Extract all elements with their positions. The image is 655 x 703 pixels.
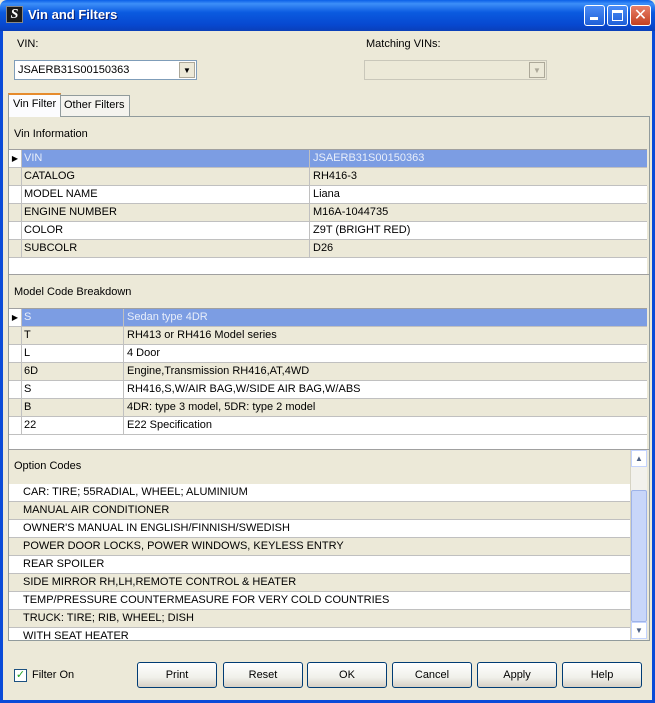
grid-cell-description[interactable]: 4 Door [123,345,647,362]
table-row[interactable]: 6D Engine,Transmission RH416,AT,4WD [9,363,647,381]
apply-button[interactable]: Apply [477,662,557,688]
list-item[interactable]: POWER DOOR LOCKS, POWER WINDOWS, KEYLESS… [9,538,630,556]
maximize-icon [612,10,623,21]
list-item[interactable]: SIDE MIRROR RH,LH,REMOTE CONTROL & HEATE… [9,574,630,592]
list-item[interactable]: WITH SEAT HEATER [9,628,630,640]
list-item[interactable]: CAR: TIRE; 55RADIAL, WHEEL; ALUMINIUM [9,484,630,502]
tab-vin-filter[interactable]: Vin Filter [8,93,62,117]
vin-value: JSAERB31S00150363 [18,64,130,76]
list-item[interactable]: TEMP/PRESSURE COUNTERMEASURE FOR VERY CO… [9,592,630,610]
grid-cell-value[interactable]: RH416-3 [309,168,647,185]
checkmark-icon: ✓ [15,669,26,681]
filter-on-checkbox[interactable]: ✓ [14,669,27,682]
option-codes-section: Option Codes CAR: TIRE; 55RADIAL, WHEEL;… [9,450,649,640]
grid-cell-code[interactable]: 6D [21,363,123,380]
grid-cell-key[interactable]: MODEL NAME [21,186,309,203]
table-row[interactable]: L 4 Door [9,345,647,363]
grid-cell-description[interactable]: 4DR: type 3 model, 5DR: type 2 model [123,399,647,416]
grid-cell-key[interactable]: VIN [21,150,309,167]
model-code-title: Model Code Breakdown [14,286,132,298]
maximize-button[interactable] [607,5,628,26]
list-item[interactable]: MANUAL AIR CONDITIONER [9,502,630,520]
close-icon: ✕ [633,7,648,24]
grid-cell-code[interactable]: T [21,327,123,344]
grid-cell-description[interactable]: Sedan type 4DR [123,309,647,326]
grid-cell-code[interactable]: B [21,399,123,416]
chevron-down-icon[interactable]: ▼ [179,62,195,78]
grid-cell-value[interactable]: D26 [309,240,647,257]
list-item[interactable]: REAR SPOILER [9,556,630,574]
filter-on-label[interactable]: Filter On [32,669,74,681]
grid-cell-value[interactable]: JSAERB31S00150363 [309,150,647,167]
model-code-section: Model Code Breakdown ▶ S Sedan type 4DR … [9,275,649,450]
chevron-down-icon[interactable]: ▼ [529,62,545,78]
table-row[interactable]: 22 E22 Specification [9,417,647,435]
table-row[interactable]: SUBCOLR D26 [9,240,647,258]
grid-cell-value[interactable]: M16A-1044735 [309,204,647,221]
grid-cell-key[interactable]: CATALOG [21,168,309,185]
vin-label: VIN: [17,38,39,50]
table-row[interactable]: COLOR Z9T (BRIGHT RED) [9,222,647,240]
row-indicator-icon: ▶ [9,150,21,167]
grid-cell-description[interactable]: RH416,S,W/AIR BAG,W/SIDE AIR BAG,W/ABS [123,381,647,398]
minimize-button[interactable] [584,5,605,26]
vin-information-title: Vin Information [14,128,88,140]
tab-other-filters[interactable]: Other Filters [59,95,130,116]
table-row[interactable]: MODEL NAME Liana [9,186,647,204]
title-bar[interactable]: S Vin and Filters ✕ [0,0,655,31]
vin-information-grid[interactable]: ▶ VIN JSAERB31S00150363 CATALOG RH416-3 … [9,149,647,274]
grid-cell-description[interactable]: RH413 or RH416 Model series [123,327,647,344]
grid-cell-code[interactable]: S [21,309,123,326]
close-button[interactable]: ✕ [630,5,651,26]
grid-cell-description[interactable]: Engine,Transmission RH416,AT,4WD [123,363,647,380]
table-row[interactable]: B 4DR: type 3 model, 5DR: type 2 model [9,399,647,417]
vin-information-section: Vin Information ▶ VIN JSAERB31S00150363 … [9,117,649,275]
table-row[interactable]: ▶ S Sedan type 4DR [9,309,647,327]
option-codes-title: Option Codes [14,460,82,472]
vin-filter-panel: Vin Information ▶ VIN JSAERB31S00150363 … [8,116,650,641]
ok-button[interactable]: OK [307,662,387,688]
matching-vins-combobox[interactable]: ▼ [364,60,547,80]
grid-cell-key[interactable]: ENGINE NUMBER [21,204,309,221]
table-row[interactable]: ENGINE NUMBER M16A-1044735 [9,204,647,222]
scrollbar-thumb[interactable] [631,490,647,622]
cancel-button[interactable]: Cancel [392,662,472,688]
scroll-up-icon[interactable]: ▲ [631,450,647,467]
scroll-down-icon[interactable]: ▼ [631,622,647,639]
grid-cell-description[interactable]: E22 Specification [123,417,647,434]
grid-cell-code[interactable]: 22 [21,417,123,434]
table-row[interactable]: ▶ VIN JSAERB31S00150363 [9,150,647,168]
grid-cell-value[interactable]: Liana [309,186,647,203]
model-code-grid[interactable]: ▶ S Sedan type 4DR T RH413 or RH416 Mode… [9,308,647,449]
grid-cell-value[interactable]: Z9T (BRIGHT RED) [309,222,647,239]
table-row[interactable]: CATALOG RH416-3 [9,168,647,186]
option-codes-scrollbar[interactable]: ▲ ▼ [630,450,647,640]
table-row[interactable]: S RH416,S,W/AIR BAG,W/SIDE AIR BAG,W/ABS [9,381,647,399]
minimize-icon [590,17,598,20]
grid-cell-key[interactable]: SUBCOLR [21,240,309,257]
list-item[interactable]: TRUCK: TIRE; RIB, WHEEL; DISH [9,610,630,628]
print-button[interactable]: Print [137,662,217,688]
help-button[interactable]: Help [562,662,642,688]
grid-cell-code[interactable]: L [21,345,123,362]
table-row[interactable]: T RH413 or RH416 Model series [9,327,647,345]
row-indicator-icon: ▶ [9,309,21,326]
window-title: Vin and Filters [28,7,118,22]
vin-combobox[interactable]: JSAERB31S00150363 ▼ [14,60,197,80]
grid-cell-code[interactable]: S [21,381,123,398]
list-item[interactable]: OWNER'S MANUAL IN ENGLISH/FINNISH/SWEDIS… [9,520,630,538]
matching-vins-label: Matching VINs: [366,38,441,50]
app-logo-icon[interactable]: S [6,6,23,23]
grid-cell-key[interactable]: COLOR [21,222,309,239]
option-codes-list[interactable]: CAR: TIRE; 55RADIAL, WHEEL; ALUMINIUM MA… [9,484,630,640]
reset-button[interactable]: Reset [223,662,303,688]
